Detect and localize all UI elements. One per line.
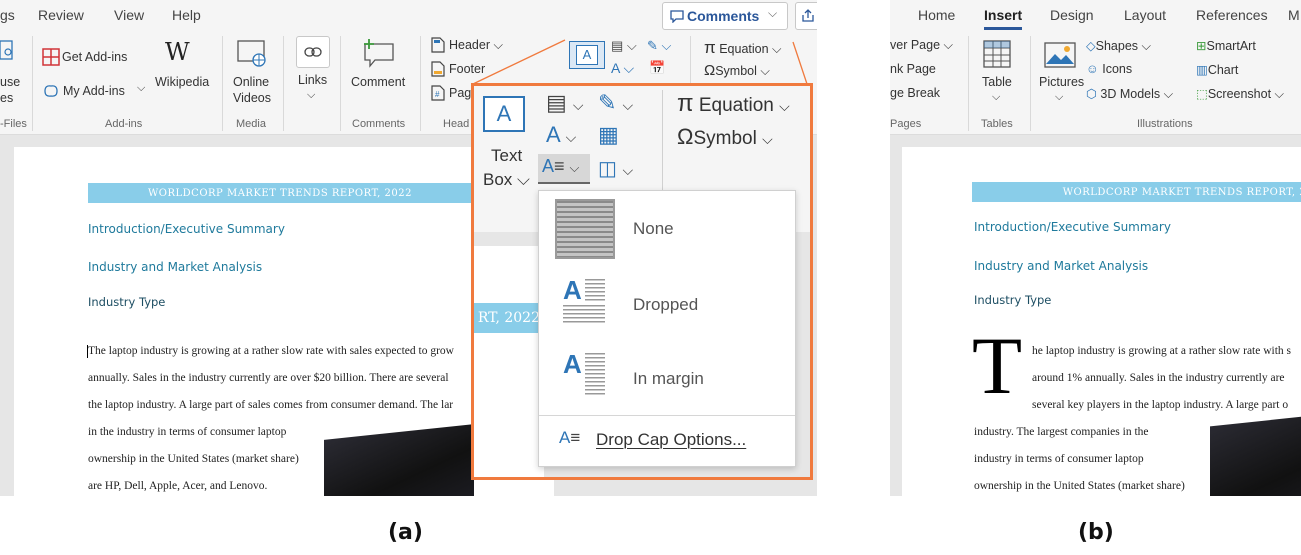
tab-references[interactable]: References [1196,7,1268,23]
screenshot-label: Screenshot [1207,87,1272,101]
body-line-3: several key players in the laptop indust… [1032,399,1289,411]
quick-parts-icon[interactable]: ▤ ⌵ [546,90,584,116]
icons-label: Icons [1102,62,1133,76]
screenshot-button[interactable]: ⬚Screenshot ⌵ [1196,86,1284,102]
tab-layout[interactable]: Layout [1124,7,1166,23]
cover-page-button[interactable]: ver Page ⌵ [890,38,953,53]
separator [1030,36,1031,131]
insert-object-icon[interactable]: ◫ ⌵ [598,156,633,181]
icons-icon: ☺ [1086,62,1099,76]
drop-cap-in-margin-item[interactable]: A In margin [539,341,795,415]
cover-page-label: ver Page [890,38,941,52]
tab-insert[interactable]: Insert [984,7,1022,23]
text-box-icon: A [483,96,525,132]
active-tab-indicator [984,27,1022,30]
document-page-b[interactable]: WORLDCORP MARKET TRENDS REPORT, 20 Intro… [902,147,1301,496]
drop-cap-options-item[interactable]: A≡ Drop Cap Options... [539,416,795,464]
signature-line-icon[interactable]: ✎ ⌵ [598,90,633,116]
text-box-box-text: Box [483,170,513,189]
equation-button[interactable]: π Equation ⌵ [677,90,790,118]
drop-cap-none-item[interactable]: None [539,191,795,267]
drop-cap-menu: None A Dropped A In margin A≡ Drop Cap O… [538,190,796,467]
smartart-button[interactable]: ⊞SmartArt [1196,38,1256,53]
caption-a: (a) [388,520,423,545]
chevron-down-icon: ⌵ [1055,91,1064,103]
dropped-label: Dropped [633,295,699,314]
blank-page-button[interactable]: nk Page [890,62,936,76]
body-line-6: ownership in the United States (market s… [974,480,1185,492]
pi-icon: π [677,90,694,117]
tab-mailings-partial[interactable]: M [1288,7,1300,23]
document-area-b: WORLDCORP MARKET TRENDS REPORT, 20 Intro… [890,135,1301,496]
wordart-icon[interactable]: A ⌵ [546,122,576,148]
smartart-label: SmartArt [1206,39,1256,53]
group-tables-label: Tables [981,118,1013,130]
group-illustrations-label: Illustrations [1137,118,1193,130]
chart-button[interactable]: ▥Chart [1196,62,1238,77]
none-preview-icon [555,199,615,259]
report-banner: WORLDCORP MARKET TRENDS REPORT, 20 [972,182,1301,202]
drop-cap-letter[interactable]: T [972,325,1022,407]
shapes-icon: ◇ [1086,39,1096,53]
none-label: None [633,219,674,238]
table-button[interactable]: Table [982,75,1012,89]
panel-a: gs Review View Help Comments ⌵ use es -F… [0,0,817,496]
heading-intro: Introduction/Executive Summary [974,220,1171,234]
group-pages-label: Pages [890,118,922,130]
drop-cap-icon: A≡ ⌵ [542,156,580,176]
text-box-label-1: Text [491,146,523,165]
ribbon-b: Home Insert Design Layout References M v… [890,0,1301,135]
symbol-label: Symbol [693,128,757,149]
table-icon [983,40,1011,68]
chevron-down-icon: ⌵ [992,91,1001,103]
in-margin-preview-icon: A [563,349,607,399]
body-line-2: around 1% annually. Sales in the industr… [1032,372,1285,384]
heading-industry-type: Industry Type [974,293,1052,307]
chart-icon: ▥ [1196,63,1208,77]
body-line-4: industry. The largest companies in the [974,426,1149,438]
tab-home[interactable]: Home [918,7,955,23]
shapes-label: Shapes [1095,39,1139,53]
pictures-button[interactable]: Pictures [1039,75,1084,89]
icons-button[interactable]: ☺ Icons [1086,62,1132,76]
body-line-5: industry in terms of consumer laptop [974,453,1144,465]
drop-cap-options-label: Drop Cap Options... [596,430,747,449]
drop-cap-dropped-item[interactable]: A Dropped [539,267,795,341]
omega-icon: Ω [677,124,694,149]
equation-label: Equation [698,95,774,116]
page-break-button[interactable]: ge Break [890,86,940,100]
laptop-photo[interactable] [1210,411,1301,496]
in-margin-label: In margin [633,369,704,388]
smartart-icon: ⊞ [1196,39,1207,53]
shapes-button[interactable]: ◇Shapes ⌵ [1086,38,1151,54]
zoom-page-fragment [474,246,544,477]
panel-b: Home Insert Design Layout References M v… [890,0,1301,496]
caption-b: (b) [1078,520,1114,545]
symbol-button[interactable]: ΩSymbol ⌵ [677,124,773,150]
text-box-label-2: Box ⌵ [483,170,530,189]
date-time-icon[interactable]: ▦ [598,122,619,148]
screenshot-icon: ⬚ [1196,87,1208,101]
heading-industry-analysis: Industry and Market Analysis [974,259,1149,273]
chart-label: Chart [1207,63,1239,77]
3d-models-label: 3D Models [1100,87,1161,101]
dropped-preview-icon: A [563,275,607,325]
tab-design[interactable]: Design [1050,7,1094,23]
body-line-1: he laptop industry is growing at a rathe… [1032,345,1292,357]
zoom-banner-fragment: RT, 2022 [474,303,544,333]
separator [968,36,969,131]
zoom-banner-text: RT, 2022 [477,310,540,326]
pictures-icon [1044,42,1076,68]
drop-cap-options-icon: A≡ [559,428,581,447]
zoomed-insert-panel: RT, 2022 A Text Box ⌵ ▤ ⌵ A ⌵ A≡ ⌵ ✎ ⌵ ▦… [471,83,813,480]
cube-icon: ⬡ [1086,87,1097,101]
3d-models-button[interactable]: ⬡ 3D Models ⌵ [1086,86,1173,102]
